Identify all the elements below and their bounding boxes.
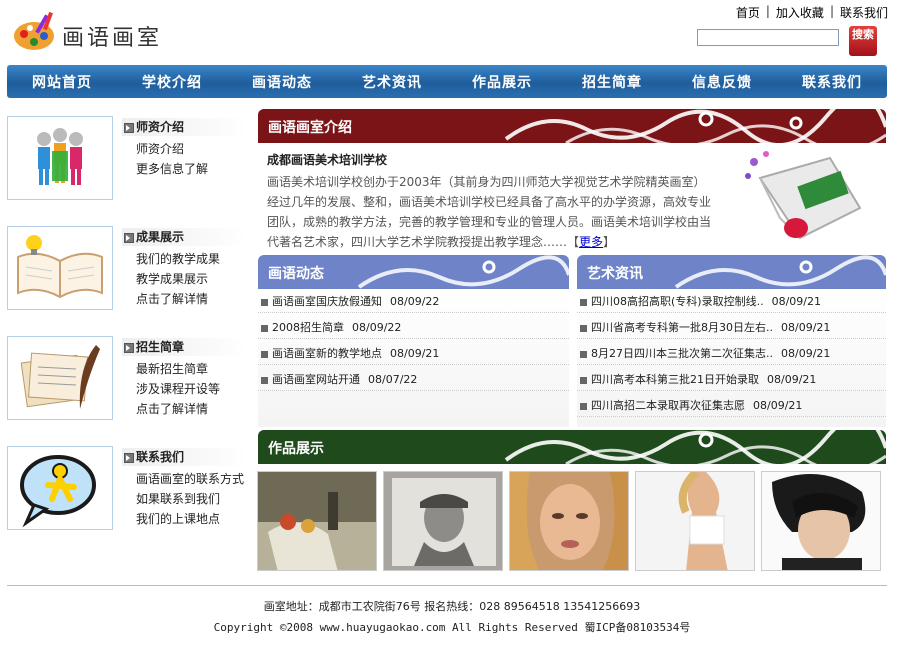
sidebar-block-teachers: 师资介绍 师资介绍 更多信息了解 xyxy=(7,116,247,200)
bullet-icon xyxy=(580,403,587,410)
swirl-decoration xyxy=(504,109,886,143)
separator: | xyxy=(765,4,770,18)
list-item[interactable]: 画语画室国庆放假通知 08/09/22 xyxy=(258,291,569,313)
footer-address: 画室地址：成都市工农院街76号 报名热线：028 89564518 135412… xyxy=(263,600,641,613)
site-name: 画语画室 xyxy=(62,26,163,51)
list-item[interactable]: 画语画室新的教学地点 08/09/21 xyxy=(258,343,569,365)
bullet-icon xyxy=(261,299,268,306)
sidebar-link[interactable]: 最新招生简章 xyxy=(136,360,208,377)
sidebar-link[interactable]: 我们的教学成果 xyxy=(136,250,220,267)
still-life-painting xyxy=(258,472,376,570)
portrait-sketch xyxy=(384,472,502,570)
works-title: 作品展示 xyxy=(268,441,324,457)
sidebar-title: 师资介绍 xyxy=(122,118,247,136)
intro-panel-header: 画语画室介绍 xyxy=(258,109,886,143)
more-bracket-close: 】 xyxy=(603,235,616,249)
bullet-icon xyxy=(580,351,587,358)
portrait-photo-man xyxy=(762,472,880,570)
nav-school[interactable]: 学校介绍 xyxy=(142,72,202,92)
nav-works[interactable]: 作品展示 xyxy=(472,72,532,92)
palette-logo-icon xyxy=(14,11,54,50)
sidebar-image[interactable] xyxy=(7,446,113,530)
sidebar-link[interactable]: 更多信息了解 xyxy=(136,160,208,177)
list-item[interactable]: 8月27日四川本三批次第二次征集志.. 08/09/21 xyxy=(577,343,886,365)
list-item[interactable]: 四川高考本科第三批21日开始录取 08/09/21 xyxy=(577,369,886,391)
portrait-photo xyxy=(510,472,628,570)
sidebar-link[interactable]: 涉及课程开设等 xyxy=(136,380,220,397)
sidebar-title: 招生简章 xyxy=(122,338,247,356)
bullet-icon xyxy=(261,325,268,332)
work-thumbnail-sketch[interactable] xyxy=(383,471,503,571)
sidebar-link[interactable]: 点击了解详情 xyxy=(136,290,208,307)
footer-copyright: Copyright ©2008 www.huayugaokao.com All … xyxy=(213,621,691,634)
bullet-icon xyxy=(580,299,587,306)
sidebar-image[interactable] xyxy=(7,336,113,420)
bullet-icon xyxy=(261,377,268,384)
main-nav: 网站首页 学校介绍 画语动态 艺术资讯 作品展示 招生简章 信息反馈 联系我们 xyxy=(7,65,887,98)
nav-feedback[interactable]: 信息反馈 xyxy=(692,72,752,92)
sidebar-link[interactable]: 我们的上课地点 xyxy=(136,510,220,527)
swirl-decoration xyxy=(674,255,886,289)
sidebar-link[interactable]: 画语画室的联系方式 xyxy=(136,470,244,487)
quill-paper-icon xyxy=(20,345,100,409)
nav-home[interactable]: 网站首页 xyxy=(32,72,92,92)
sidebar-block-results: 成果展示 我们的教学成果 教学成果展示 点击了解详情 xyxy=(7,226,247,310)
sidebar-link[interactable]: 师资介绍 xyxy=(136,140,184,157)
intro-text: 画语美术培训学校创办于2003年（其前身为四川师范大学视觉艺术学院精英画室）经过… xyxy=(267,172,715,252)
news-panel-header: 画语动态 xyxy=(258,255,569,289)
work-thumbnail-still-life[interactable] xyxy=(257,471,377,571)
sidebar-link[interactable]: 点击了解详情 xyxy=(136,400,208,417)
sidebar-block-admission: 招生简章 最新招生简章 涉及课程开设等 点击了解详情 xyxy=(7,336,247,420)
nav-news[interactable]: 画语动态 xyxy=(252,72,312,92)
works-panel-header: 作品展示 xyxy=(258,430,886,464)
figure-photo xyxy=(636,472,754,570)
nav-admission[interactable]: 招生简章 xyxy=(582,72,642,92)
toplink-favorite[interactable]: 加入收藏 xyxy=(776,4,824,21)
intro-subtitle: 成都画语美术培训学校 xyxy=(267,153,388,167)
intro-title: 画语画室介绍 xyxy=(268,120,352,136)
footer-divider xyxy=(7,585,887,586)
top-links: 首页 | 加入收藏 | 联系我们 xyxy=(736,4,888,21)
list-item[interactable]: 四川省高考专科第一批8月30日左右.. 08/09/21 xyxy=(577,317,886,339)
site-logo[interactable]: 画语画室 xyxy=(12,10,192,52)
news-list: 画语画室国庆放假通知 08/09/22 2008招生简章 08/09/22 画语画室… xyxy=(258,289,569,427)
nav-contact[interactable]: 联系我们 xyxy=(802,72,862,92)
bullet-icon xyxy=(261,351,268,358)
list-item[interactable]: 四川08高招高职(专科)录取控制线.. 08/09/21 xyxy=(577,291,886,313)
swirl-decoration xyxy=(357,255,569,289)
sidebar-image[interactable] xyxy=(7,116,113,200)
people-icon xyxy=(37,128,83,185)
nav-art[interactable]: 艺术资讯 xyxy=(362,72,422,92)
toplink-contact[interactable]: 联系我们 xyxy=(840,4,888,21)
search-input[interactable] xyxy=(697,29,839,46)
swirl-decoration xyxy=(504,430,886,464)
bullet-icon xyxy=(580,325,587,332)
art-title: 艺术资讯 xyxy=(587,266,643,282)
list-item[interactable]: 画语画室网站开通 08/07/22 xyxy=(258,369,569,391)
sidebar-title: 联系我们 xyxy=(122,448,247,466)
chat-icon xyxy=(20,455,96,528)
toplink-home[interactable]: 首页 xyxy=(736,4,760,21)
work-thumbnail-portrait-woman[interactable] xyxy=(509,471,629,571)
sidebar-image[interactable] xyxy=(7,226,113,310)
search-button[interactable]: 搜索 xyxy=(849,26,877,56)
work-thumbnail-figure[interactable] xyxy=(635,471,755,571)
list-item[interactable]: 2008招生简章 08/09/22 xyxy=(258,317,569,339)
sidebar-link[interactable]: 如果联系到我们 xyxy=(136,490,220,507)
intro-more-link[interactable]: 更多 xyxy=(579,235,603,249)
sidebar-link[interactable]: 教学成果展示 xyxy=(136,270,208,287)
work-thumbnail-young-man[interactable] xyxy=(761,471,881,571)
art-panel-header: 艺术资讯 xyxy=(577,255,886,289)
sidebar-block-contact: 联系我们 画语画室的联系方式 如果联系到我们 我们的上课地点 xyxy=(7,446,247,530)
list-item[interactable]: 四川高招二本录取再次征集志愿 08/09/21 xyxy=(577,395,886,417)
bullet-icon xyxy=(580,377,587,384)
paint-tube-icon xyxy=(745,151,862,240)
news-title: 画语动态 xyxy=(268,266,324,282)
book-icon xyxy=(17,235,103,299)
art-list: 四川08高招高职(专科)录取控制线.. 08/09/21 四川省高考专科第一批8月… xyxy=(577,289,886,427)
separator: | xyxy=(829,4,834,18)
intro-body: 画语美术培训学校创办于2003年（其前身为四川师范大学视觉艺术学院精英画室）经过… xyxy=(267,175,712,249)
sidebar-title: 成果展示 xyxy=(122,228,247,246)
more-bracket-open: 【 xyxy=(567,235,580,249)
